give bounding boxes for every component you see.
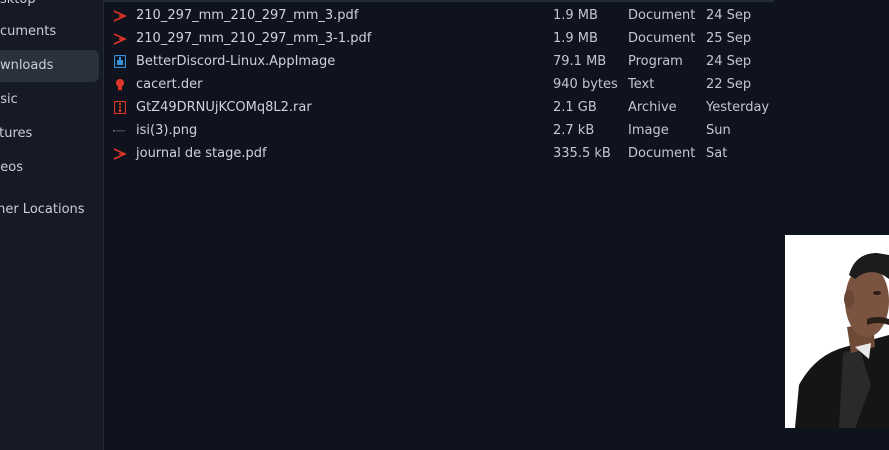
sidebar-item-videos[interactable]: deos [0, 152, 99, 184]
file-name: isi(3).png [136, 123, 198, 138]
file-row[interactable]: BetterDiscord-Linux.AppImage 79.1 MB Pro… [104, 50, 889, 73]
file-type: Image [628, 123, 669, 138]
list-top-border [104, 0, 774, 2]
file-row[interactable]: journal de stage.pdf 335.5 kB Document S… [104, 142, 889, 165]
sidebar-item-desktop[interactable]: esktop [0, 0, 99, 16]
sidebar-item-downloads[interactable]: ownloads [0, 50, 99, 82]
file-size: 2.7 kB [553, 123, 595, 138]
file-date: 24 Sep [706, 54, 752, 69]
sidebar-item-pictures[interactable]: ctures [0, 118, 99, 150]
pdf-icon [112, 4, 128, 27]
person-photo [785, 235, 889, 428]
sidebar-item-label: deos [0, 160, 23, 175]
file-date: Yesterday [706, 100, 770, 115]
sidebar-item-label: ocuments [0, 24, 57, 39]
appimage-icon [112, 50, 128, 73]
file-row[interactable]: GtZ49DRNUjKCOMq8L2.rar 2.1 GB Archive Ye… [104, 96, 889, 119]
file-name: GtZ49DRNUjKCOMq8L2.rar [136, 100, 312, 115]
file-date: 22 Sep [706, 77, 752, 92]
file-name: 210_297_mm_210_297_mm_3-1.pdf [136, 31, 372, 46]
file-row[interactable]: 210_297_mm_210_297_mm_3-1.pdf 1.9 MB Doc… [104, 27, 889, 50]
sidebar-item-label: ctures [0, 126, 33, 141]
sidebar-item-label: ownloads [0, 58, 54, 73]
file-date: 24 Sep [706, 8, 752, 23]
file-manager-window: esktop ocuments ownloads usic ctures deo… [0, 0, 889, 450]
file-type: Archive [628, 100, 677, 115]
sidebar-separator [0, 188, 103, 189]
file-list-view: 210_297_mm_210_297_mm_3.pdf 1.9 MB Docum… [104, 0, 889, 450]
sidebar-item-music[interactable]: usic [0, 84, 99, 116]
file-date: 25 Sep [706, 31, 752, 46]
file-type: Document [628, 146, 696, 161]
pdf-icon [112, 142, 128, 165]
file-name: journal de stage.pdf [136, 146, 267, 161]
sidebar-item-label: ther Locations [0, 202, 85, 217]
file-size: 1.9 MB [553, 31, 598, 46]
file-date: Sat [706, 146, 728, 161]
file-type: Document [628, 31, 696, 46]
file-date: Sun [706, 123, 731, 138]
file-row[interactable]: cacert.der 940 bytes Text 22 Sep [104, 73, 889, 96]
file-size: 940 bytes [553, 77, 618, 92]
file-name: BetterDiscord-Linux.AppImage [136, 54, 336, 69]
file-type: Text [628, 77, 655, 92]
certificate-icon [112, 73, 128, 96]
image-icon [112, 119, 128, 142]
sidebar-item-documents[interactable]: ocuments [0, 16, 99, 48]
file-name: 210_297_mm_210_297_mm_3.pdf [136, 8, 359, 23]
file-size: 79.1 MB [553, 54, 607, 69]
file-size: 1.9 MB [553, 8, 598, 23]
sidebar-item-label: usic [0, 92, 18, 107]
file-type: Program [628, 54, 683, 69]
file-type: Document [628, 8, 696, 23]
sidebar-item-other-locations[interactable]: ther Locations [0, 194, 99, 226]
file-name: cacert.der [136, 77, 203, 92]
archive-icon [112, 96, 128, 119]
file-size: 335.5 kB [553, 146, 611, 161]
sidebar: esktop ocuments ownloads usic ctures deo… [0, 0, 104, 450]
pdf-icon [112, 27, 128, 50]
file-row[interactable]: 210_297_mm_210_297_mm_3.pdf 1.9 MB Docum… [104, 4, 889, 27]
sidebar-item-label: esktop [0, 0, 36, 16]
file-size: 2.1 GB [553, 100, 597, 115]
file-row[interactable]: isi(3).png 2.7 kB Image Sun [104, 119, 889, 142]
